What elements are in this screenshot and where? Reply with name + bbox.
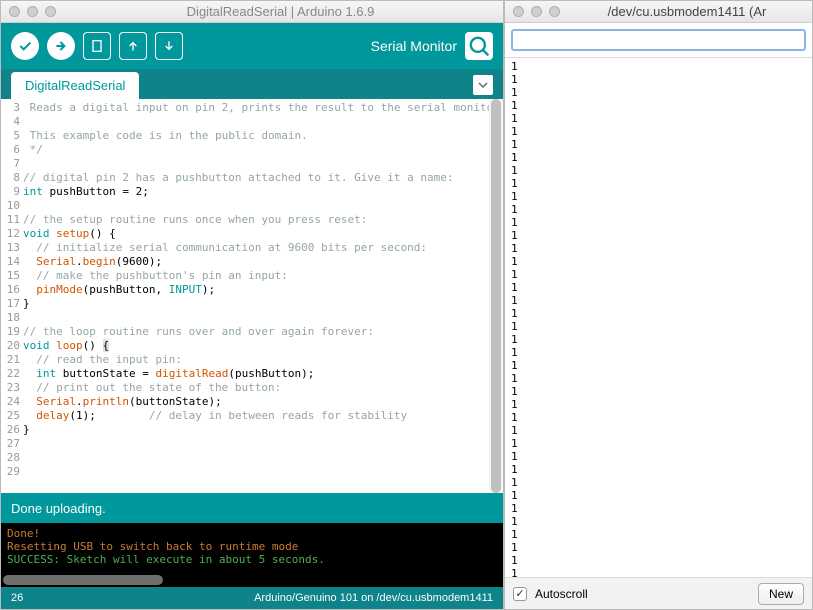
tab-sketch[interactable]: DigitalReadSerial [11, 72, 139, 99]
sm-titlebar[interactable]: /dev/cu.usbmodem1411 (Ar [505, 1, 812, 23]
serial-monitor-button[interactable] [465, 32, 493, 60]
verify-button[interactable] [11, 32, 39, 60]
serial-send-input[interactable] [511, 29, 806, 51]
autoscroll-checkbox[interactable]: ✓ [513, 587, 527, 601]
code-area[interactable]: Reads a digital input on pin 2, prints t… [23, 99, 503, 493]
autoscroll-label: Autoscroll [535, 587, 588, 601]
sm-input-row [505, 23, 812, 58]
status-strip: Done uploading. [1, 493, 503, 523]
serial-monitor-label: Serial Monitor [371, 38, 457, 54]
minimize-icon[interactable] [27, 6, 38, 17]
serial-monitor-window: /dev/cu.usbmodem1411 (Ar 1 1 1 1 1 1 1 1… [504, 0, 813, 610]
ide-toolbar: Serial Monitor [1, 23, 503, 69]
footer-board-port: Arduino/Genuino 101 on /dev/cu.usbmodem1… [254, 592, 493, 604]
sm-button[interactable]: New [758, 583, 804, 605]
arduino-ide-window: DigitalReadSerial | Arduino 1.6.9 Serial… [0, 0, 504, 610]
code-editor[interactable]: 3456789101112131415161718192021222324252… [1, 99, 503, 493]
line-gutter: 3456789101112131415161718192021222324252… [1, 99, 23, 493]
ide-footer: 26 Arduino/Genuino 101 on /dev/cu.usbmod… [1, 587, 503, 609]
console-output[interactable]: Done!Resetting USB to switch back to run… [1, 523, 503, 573]
close-icon[interactable] [513, 6, 524, 17]
save-sketch-button[interactable] [155, 32, 183, 60]
editor-scrollbar[interactable] [489, 99, 503, 493]
ide-tabbar: DigitalReadSerial [1, 69, 503, 99]
maximize-icon[interactable] [549, 6, 560, 17]
ide-titlebar[interactable]: DigitalReadSerial | Arduino 1.6.9 [1, 1, 503, 23]
minimize-icon[interactable] [531, 6, 542, 17]
serial-output[interactable]: 1 1 1 1 1 1 1 1 1 1 1 1 1 1 1 1 1 1 1 1 … [505, 58, 812, 577]
console-hscrollbar[interactable] [1, 573, 503, 587]
sm-window-title: /dev/cu.usbmodem1411 (Ar [570, 4, 804, 19]
open-sketch-button[interactable] [119, 32, 147, 60]
new-sketch-button[interactable] [83, 32, 111, 60]
sm-bottom-bar: ✓ Autoscroll New [505, 577, 812, 609]
tab-menu-button[interactable] [473, 75, 493, 95]
footer-line-number: 26 [11, 592, 23, 604]
maximize-icon[interactable] [45, 6, 56, 17]
close-icon[interactable] [9, 6, 20, 17]
upload-button[interactable] [47, 32, 75, 60]
status-text: Done uploading. [11, 501, 106, 516]
ide-window-title: DigitalReadSerial | Arduino 1.6.9 [66, 4, 495, 19]
